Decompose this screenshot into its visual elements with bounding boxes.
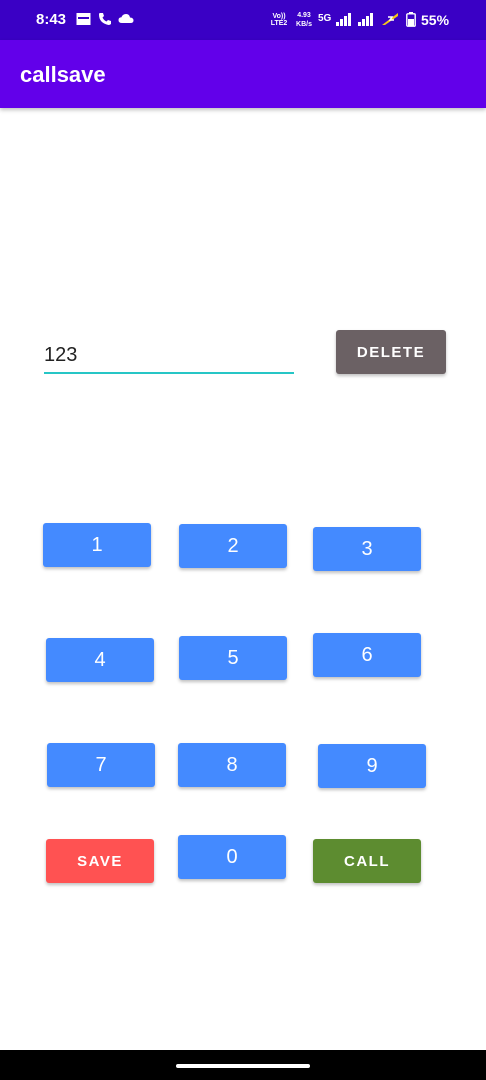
signal-icon-2	[358, 12, 374, 26]
speed-unit: KB/s	[296, 21, 312, 28]
volte-label: Vo)) LTE2	[270, 13, 288, 27]
save-button[interactable]: SAVE	[46, 839, 154, 883]
battery-icon	[406, 12, 416, 27]
key-7-button[interactable]: 7	[47, 743, 155, 787]
speed-value: 4.93	[297, 12, 311, 19]
home-gesture-handle[interactable]	[176, 1064, 310, 1068]
delete-button[interactable]: DELETE	[336, 330, 446, 374]
app-title: callsave	[20, 62, 106, 87]
battery-percent: 55%	[421, 12, 450, 28]
key-4-button[interactable]: 4	[46, 638, 154, 682]
key-3-button[interactable]: 3	[313, 527, 421, 571]
status-bar: 8:43 Vo)) LTE2 4.93 KB/s 5G 55%	[0, 0, 486, 40]
key-1-button[interactable]: 1	[43, 523, 151, 567]
key-8-button[interactable]: 8	[178, 743, 286, 787]
key-9-button[interactable]: 9	[318, 744, 426, 788]
app-bar: callsave	[0, 40, 486, 108]
key-0-button[interactable]: 0	[178, 835, 286, 879]
signal-icon	[336, 12, 352, 26]
phone-number-input[interactable]	[44, 340, 294, 374]
data-saver-icon	[381, 12, 399, 26]
status-time: 8:43	[36, 11, 67, 28]
key-2-button[interactable]: 2	[179, 524, 287, 568]
phone-icon	[98, 12, 111, 26]
navigation-bar	[0, 1050, 486, 1080]
network-type: 5G	[318, 13, 332, 24]
cloud-icon	[118, 12, 134, 26]
key-5-button[interactable]: 5	[179, 636, 287, 680]
gallery-notification-icon	[76, 12, 91, 26]
key-6-button[interactable]: 6	[313, 633, 421, 677]
call-button[interactable]: CALL	[313, 839, 421, 883]
